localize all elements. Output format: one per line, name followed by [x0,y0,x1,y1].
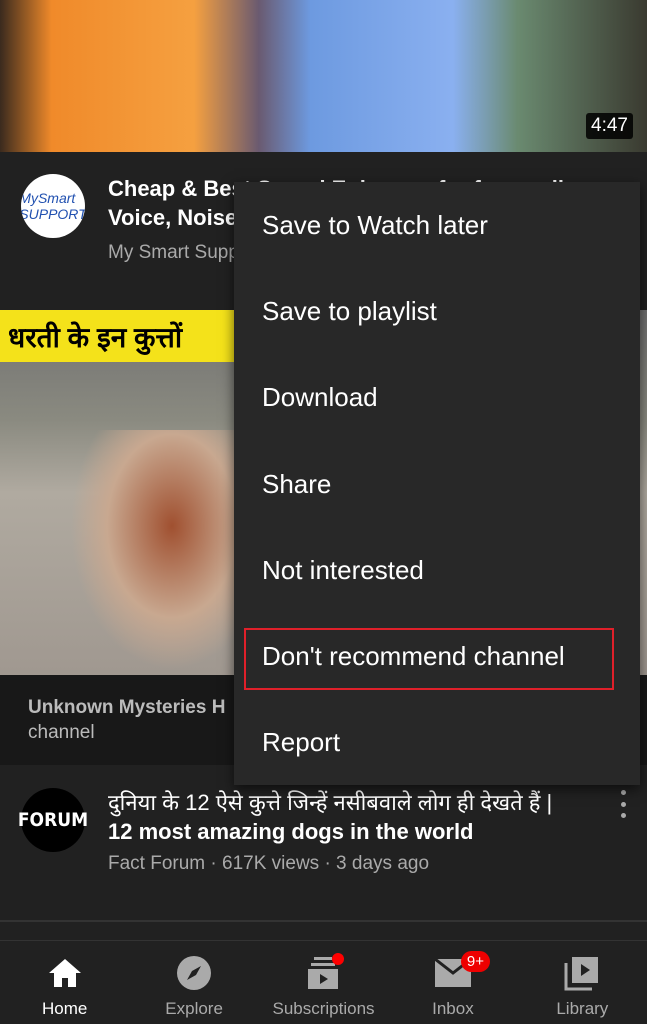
nav-label: Inbox [432,999,474,1018]
compass-icon [176,955,212,991]
nav-label: Home [42,999,88,1018]
nav-subscriptions[interactable]: Subscriptions [259,941,388,1024]
nav-explore[interactable]: Explore [129,941,258,1024]
nav-label: Subscriptions [272,999,375,1018]
nav-home[interactable]: Home [0,941,129,1024]
context-menu: Save to Watch later Save to playlist Dow… [234,182,640,785]
thumbnail-banner-text: धरती के इन कुत्तों [0,310,234,362]
menu-item-not-interested[interactable]: Not interested [234,527,640,613]
video-title-line[interactable]: दुनिया के 12 ऐसे कुत्ते जिन्हें नसीबवाले… [108,788,608,817]
inbox-badge: 9+ [460,951,491,972]
channel-avatar[interactable]: FORUM [18,788,88,852]
subscriptions-icon [306,953,344,991]
menu-item-save-watch-later[interactable]: Save to Watch later [234,182,640,268]
channel-avatar[interactable]: MySmart SUPPORT [21,174,85,238]
menu-item-save-playlist[interactable]: Save to playlist [234,268,640,354]
nav-label: Explore [165,999,223,1018]
mail-icon: 9+ [434,951,491,991]
home-icon [47,955,83,991]
menu-item-dont-recommend-channel[interactable]: Don't recommend channel [234,613,640,699]
menu-item-share[interactable]: Share [234,441,640,527]
bottom-nav: Home Explore Subscriptions 9+ Inbox Libr… [0,940,647,1024]
menu-item-report[interactable]: Report [234,700,640,786]
duration-badge: 4:47 [586,113,633,139]
menu-item-download[interactable]: Download [234,355,640,441]
video-meta: Fact Forum · 617K views · 3 days ago [108,853,430,874]
divider [0,920,647,922]
nav-label: Library [556,999,609,1018]
thumbnail-image [70,430,240,670]
nav-inbox[interactable]: 9+ Inbox [388,941,517,1024]
library-icon [564,955,600,991]
more-options-icon[interactable] [620,790,626,818]
notification-dot [331,953,344,965]
nav-library[interactable]: Library [518,941,647,1024]
video-thumbnail-1[interactable] [0,0,647,152]
video-title-line[interactable]: 12 most amazing dogs in the world [108,817,608,846]
